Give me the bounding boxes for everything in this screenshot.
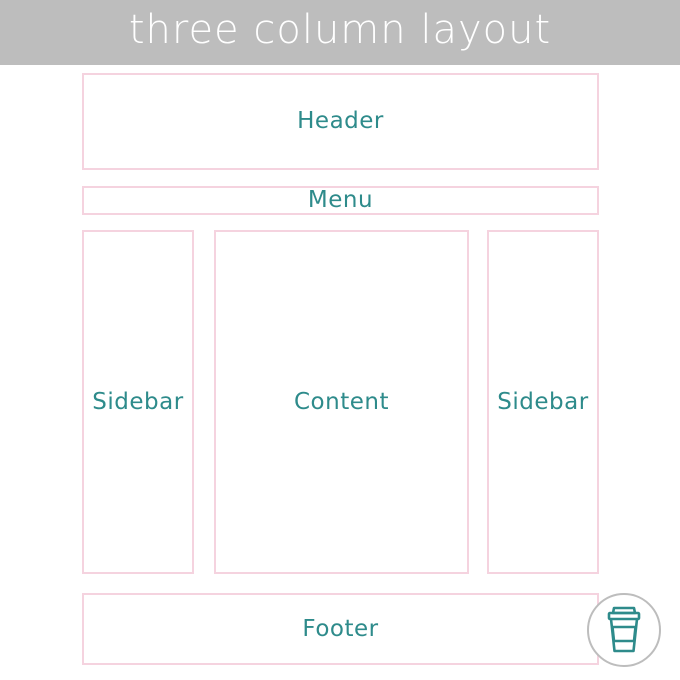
coffee-cup-icon: [607, 606, 641, 653]
menu-region: Menu: [82, 186, 599, 215]
coffee-badge: [587, 593, 661, 667]
header-region: Header: [82, 73, 599, 170]
page-title: three column layout: [128, 6, 552, 53]
footer-label: Footer: [302, 615, 379, 642]
footer-region: Footer: [82, 593, 599, 665]
header-label: Header: [297, 108, 384, 134]
left-sidebar-region: Sidebar: [82, 230, 194, 574]
content-region: Content: [214, 230, 469, 574]
left-sidebar-label: Sidebar: [92, 388, 184, 415]
right-sidebar-label: Sidebar: [497, 388, 589, 415]
content-label: Content: [294, 388, 389, 415]
right-sidebar-region: Sidebar: [487, 230, 599, 574]
menu-label: Menu: [307, 187, 374, 213]
title-bar: three column layout: [0, 0, 680, 65]
